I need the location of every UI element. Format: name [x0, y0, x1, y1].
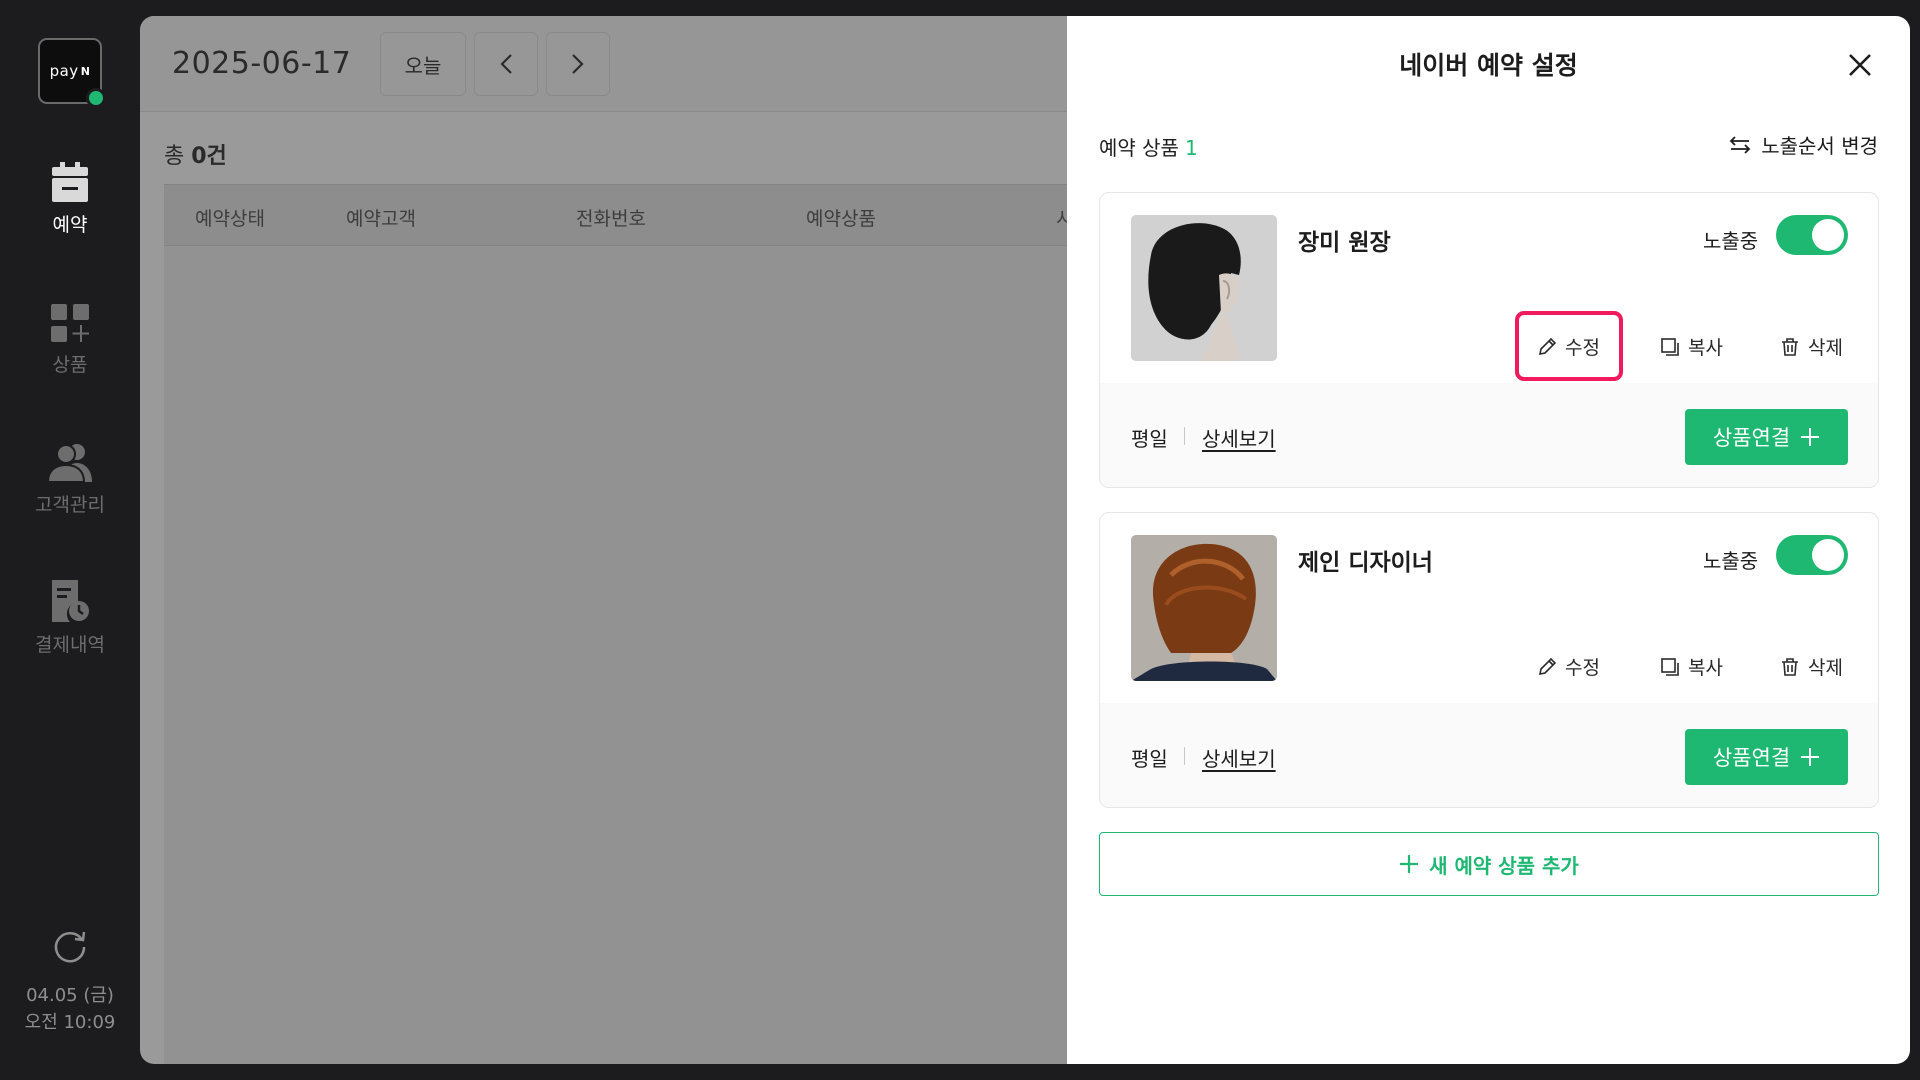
product-card: 장미 원장 노출중 수정 복사 삭제 평일 상세보기 상품연결 [1099, 192, 1879, 488]
add-product-button[interactable]: 새 예약 상품 추가 [1099, 832, 1879, 896]
calendar-icon [52, 162, 88, 202]
column-header: 예약상품 [806, 208, 876, 230]
connect-label: 상품연결 [1712, 746, 1791, 770]
detail-link[interactable]: 상세보기 [1202, 423, 1276, 452]
pencil-icon [1538, 657, 1557, 675]
edit-label: 수정 [1565, 337, 1600, 359]
total-count: 총 0건 [164, 138, 227, 170]
divider [1184, 747, 1185, 765]
product-card: 제인 디자이너 노출중 수정 복사 삭제 평일 상세보기 상품연결 [1099, 512, 1879, 808]
copy-label: 복사 [1688, 337, 1723, 359]
edit-button[interactable]: 수정 [1537, 653, 1600, 680]
current-date: 2025-06-17 [172, 46, 352, 81]
connect-product-button[interactable]: 상품연결 [1685, 409, 1848, 465]
visibility-label: 노출중 [1703, 549, 1759, 573]
visibility-toggle[interactable] [1776, 215, 1848, 255]
sidebar-item-reservation[interactable]: 예약 [0, 162, 140, 237]
product-card-footer: 평일 상세보기 상품연결 [1100, 383, 1878, 487]
clock: 04.05 (금) 오전 10:09 [0, 928, 140, 1036]
day-label: 평일 [1131, 747, 1168, 771]
pencil-icon [1538, 337, 1557, 355]
sidebar-item-products[interactable]: 상품 [0, 304, 140, 377]
copy-icon [1661, 337, 1679, 356]
column-header: 시 [1056, 208, 1067, 230]
visibility-label: 노출중 [1703, 229, 1759, 253]
receipt-clock-icon [52, 580, 89, 622]
section-label: 예약 상품 1 [1099, 132, 1198, 161]
toggle-knob [1812, 539, 1844, 571]
product-card-footer: 평일 상세보기 상품연결 [1100, 703, 1878, 807]
connect-label: 상품연결 [1712, 426, 1791, 450]
panel-title: 네이버 예약 설정 [1399, 51, 1578, 80]
sidebar-item-label: 결제내역 [35, 634, 105, 656]
total-value: 0건 [191, 144, 227, 169]
logo-mark: N [80, 64, 91, 78]
clock-time: 오전 10:09 [24, 1012, 116, 1033]
delete-button[interactable]: 삭제 [1780, 333, 1843, 360]
swap-arrows-icon [1729, 135, 1751, 154]
today-button[interactable]: 오늘 [380, 32, 466, 96]
product-name: 제인 디자이너 [1298, 550, 1433, 576]
sidebar: pay N 예약 상품 고객관리 결제내역 04.05 (금) 오전 10:09 [0, 0, 140, 1080]
copy-button[interactable]: 복사 [1660, 333, 1723, 360]
next-date-button[interactable] [546, 32, 610, 96]
detail-link[interactable]: 상세보기 [1202, 743, 1276, 772]
chevron-right-icon [572, 54, 584, 74]
total-prefix: 총 [164, 144, 192, 169]
main-content: 2025-06-17 오늘 총 0건 예약상태 예약고객 전화번호 예약상품 시 [140, 16, 1067, 1064]
chevron-left-icon [500, 54, 512, 74]
close-icon[interactable] [1845, 50, 1875, 80]
product-thumbnail [1131, 215, 1277, 361]
day-label: 평일 [1131, 427, 1168, 451]
plus-icon [1400, 855, 1419, 873]
users-icon [46, 444, 92, 482]
connect-product-button[interactable]: 상품연결 [1685, 729, 1848, 785]
prev-date-button[interactable] [474, 32, 538, 96]
delete-label: 삭제 [1808, 337, 1843, 359]
table-body [164, 246, 1067, 1064]
delete-button[interactable]: 삭제 [1780, 653, 1843, 680]
product-thumbnail [1131, 535, 1277, 681]
divider [1184, 427, 1185, 445]
trash-icon [1782, 657, 1798, 676]
visibility-toggle[interactable] [1776, 535, 1848, 575]
trash-icon [1782, 337, 1798, 356]
add-product-label: 새 예약 상품 추가 [1429, 853, 1579, 878]
copy-icon [1661, 657, 1679, 676]
toggle-knob [1812, 219, 1844, 251]
change-order-label: 노출순서 변경 [1761, 134, 1878, 158]
edit-button[interactable]: 수정 [1537, 333, 1600, 360]
logo-text: pay [49, 62, 79, 80]
sidebar-item-label: 예약 [52, 214, 88, 236]
edit-label: 수정 [1565, 657, 1600, 679]
naver-reservation-settings-panel: 네이버 예약 설정 예약 상품 1 노출순서 변경 장미 원장 노출중 수정 복… [1067, 16, 1910, 1064]
grid-plus-icon [51, 304, 89, 342]
column-header: 예약고객 [346, 208, 416, 230]
plus-icon [1800, 747, 1820, 767]
copy-label: 복사 [1688, 657, 1723, 679]
table-header: 예약상태 예약고객 전화번호 예약상품 시 [164, 184, 1067, 246]
change-order-button[interactable]: 노출순서 변경 [1729, 130, 1878, 159]
section-count: 1 [1184, 136, 1198, 160]
sidebar-item-label: 고객관리 [35, 494, 105, 516]
section-label-text: 예약 상품 [1099, 136, 1179, 160]
today-label: 오늘 [404, 53, 442, 78]
product-name: 장미 원장 [1298, 230, 1391, 256]
copy-button[interactable]: 복사 [1660, 653, 1723, 680]
online-status-dot [86, 88, 106, 108]
sidebar-item-label: 상품 [52, 354, 88, 376]
refresh-icon[interactable] [51, 928, 89, 966]
main-topbar: 2025-06-17 오늘 [140, 16, 1067, 112]
clock-date: 04.05 (금) [26, 985, 114, 1006]
column-header: 전화번호 [576, 208, 646, 230]
plus-icon [1800, 427, 1820, 447]
sidebar-item-customers[interactable]: 고객관리 [0, 442, 140, 517]
delete-label: 삭제 [1808, 657, 1843, 679]
sidebar-item-payments[interactable]: 결제내역 [0, 580, 140, 657]
column-header: 예약상태 [195, 208, 265, 230]
